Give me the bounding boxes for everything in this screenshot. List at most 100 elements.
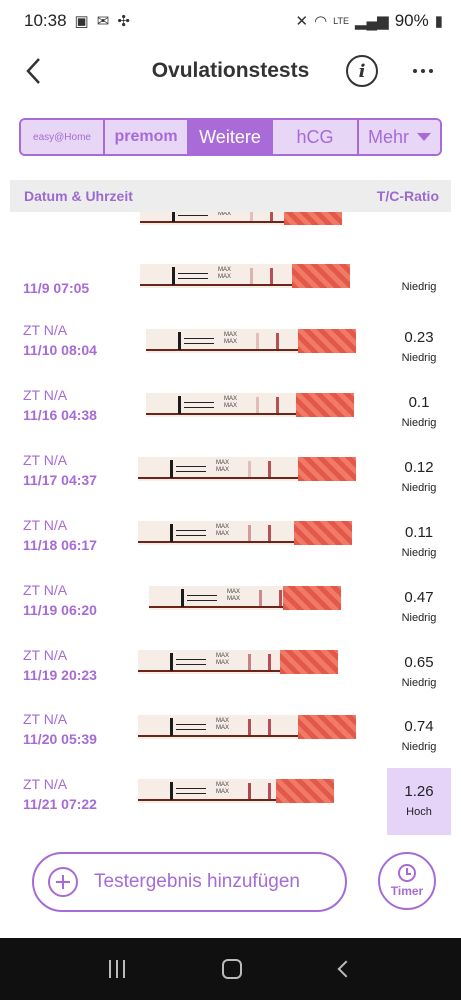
clock-time: 10:38 [24, 11, 67, 30]
home-button[interactable] [222, 959, 243, 979]
level-label: Niedrig [401, 611, 437, 624]
plus-circle-icon [48, 867, 78, 897]
entry-datetime: 11/18 06:17 [23, 537, 97, 553]
test-strip-image: MAXMAX [138, 650, 338, 674]
ratio-cell: 1.26 Hoch [387, 768, 451, 832]
tc-ratio-value: 0.74 [404, 717, 434, 735]
tab-hcg[interactable]: hCG [273, 120, 359, 154]
ratio-cell: 0.47 Niedrig [387, 574, 451, 638]
mail-icon: ✉ [96, 13, 110, 30]
tc-ratio-value: 1.26 [404, 782, 434, 800]
strip-max-label: MAXMAX [224, 396, 238, 409]
strip-max-label: MAXMAX [227, 589, 241, 602]
ratio-cell: 0.1 Niedrig [387, 379, 451, 443]
strip-max-label: MAXMAX [218, 267, 232, 280]
add-result-button[interactable]: Testergebnis hinzufügen [32, 852, 347, 912]
timer-label: Timer [390, 884, 424, 898]
ratio-cell: 0.12 Niedrig [387, 444, 451, 508]
column-ratio-label: T/C-Ratio [376, 188, 439, 204]
level-label: Niedrig [401, 481, 437, 494]
tab-mehr-label: Mehr [367, 126, 409, 147]
back-button[interactable] [22, 56, 46, 86]
strip-max-label: MAXMAX [216, 782, 230, 795]
entry-datetime: 11/10 08:04 [23, 342, 97, 358]
tc-ratio-value: 0.12 [404, 458, 434, 476]
caret-down-icon [417, 133, 431, 141]
ratio-cell: 0.65 Niedrig [387, 639, 451, 703]
entry-datetime: 11/16 04:38 [23, 407, 97, 423]
system-nav-bar [0, 938, 461, 1000]
ratio-cell: 0.74 Niedrig [387, 703, 451, 767]
level-label: Niedrig [401, 546, 437, 559]
test-strip-image: MAXMAX [140, 264, 350, 288]
strip-max-label: MAXMAX [216, 524, 230, 537]
zt-label: ZT N/A [23, 322, 68, 338]
entry-datetime: 11/19 20:23 [23, 667, 97, 683]
column-date-label: Datum & Uhrzeit [24, 188, 133, 204]
chevron-left-icon [26, 58, 40, 84]
zt-label: ZT N/A [23, 776, 68, 792]
column-header: Datum & Uhrzeit T/C-Ratio [10, 180, 451, 212]
zt-label: ZT N/A [23, 517, 68, 533]
entry-datetime: 11/19 06:20 [23, 602, 97, 618]
level-label: Niedrig [401, 740, 437, 753]
test-strip-image: MAXMAX [146, 393, 354, 417]
level-label: Niedrig [401, 351, 437, 364]
strip-max-label: MAXMAX [216, 718, 230, 731]
strip-max-label: MAXMAX [216, 460, 230, 473]
entry-datetime: 11/17 04:37 [23, 472, 97, 488]
dot-icon [429, 69, 433, 73]
signal-icon: ▂▄▆ [355, 13, 389, 30]
tc-ratio-value: 0.23 [404, 328, 434, 346]
level-label: Niedrig [401, 416, 437, 429]
test-strip-image: MAXMAX [138, 779, 334, 803]
tc-ratio-value: 0.11 [404, 523, 434, 541]
ratio-cell: 0.23 Niedrig [387, 314, 451, 378]
system-back-button[interactable] [337, 960, 355, 978]
tc-ratio-value: 0.47 [404, 588, 434, 606]
zt-label: ZT N/A [23, 647, 68, 663]
ratio-cell: Niedrig [387, 252, 451, 316]
entry-datetime: 11/20 05:39 [23, 731, 97, 747]
zt-label: ZT N/A [23, 582, 68, 598]
tab-easy-at-home[interactable]: easy@Home [21, 120, 105, 154]
mute-icon: ✕ [295, 13, 309, 30]
recents-button[interactable] [108, 960, 125, 978]
level-label: Hoch [406, 805, 432, 818]
test-strip-image: MAXMAX [138, 715, 356, 739]
more-options-button[interactable] [408, 56, 438, 86]
test-strip-image: MAXMAX [146, 329, 356, 353]
test-strip-image: MAXMAX [138, 521, 352, 545]
zt-label: ZT N/A [23, 452, 68, 468]
page-title: Ovulationstests [151, 59, 310, 82]
strip-max-label: MAXMAX [216, 653, 230, 666]
battery-percent: 90% [394, 11, 429, 30]
gallery-icon: ▣ [74, 13, 89, 30]
add-result-label: Testergebnis hinzufügen [94, 871, 300, 892]
info-button[interactable]: i [346, 55, 378, 87]
info-icon: i [358, 60, 366, 82]
tab-mehr[interactable]: Mehr [359, 120, 440, 154]
status-bar: 10:38 ▣ ✉ ✣ ✕ ◠ LTE ▂▄▆ 90% ▮ [0, 0, 461, 42]
test-strip-image: MAXMAX [149, 586, 341, 610]
app-header: Ovulationstests i [0, 46, 461, 98]
level-label: Niedrig [401, 281, 437, 293]
ratio-cell: 0.11 Niedrig [387, 509, 451, 573]
zt-label: ZT N/A [23, 711, 68, 727]
network-label: LTE [333, 16, 349, 26]
timer-button[interactable]: Timer [378, 852, 436, 910]
entry-datetime: 11/21 07:22 [23, 796, 97, 812]
battery-icon: ▮ [434, 13, 443, 30]
wifi-icon: ◠ [314, 13, 328, 30]
brand-tabs: easy@Home premom Weitere hCG Mehr [19, 118, 442, 156]
entry-datetime: 11/9 07:05 [23, 280, 90, 296]
tab-premom[interactable]: premom [105, 120, 189, 154]
tab-weitere[interactable]: Weitere [189, 120, 273, 154]
test-strip-image: MAXMAX [138, 457, 356, 481]
tc-ratio-value: 0.1 [408, 393, 430, 411]
tc-ratio-value: 0.65 [404, 653, 434, 671]
level-label: Niedrig [401, 676, 437, 689]
ratio-cell: 1.35Hoch [387, 832, 451, 835]
stopwatch-icon [398, 864, 416, 882]
dot-icon [421, 69, 425, 73]
